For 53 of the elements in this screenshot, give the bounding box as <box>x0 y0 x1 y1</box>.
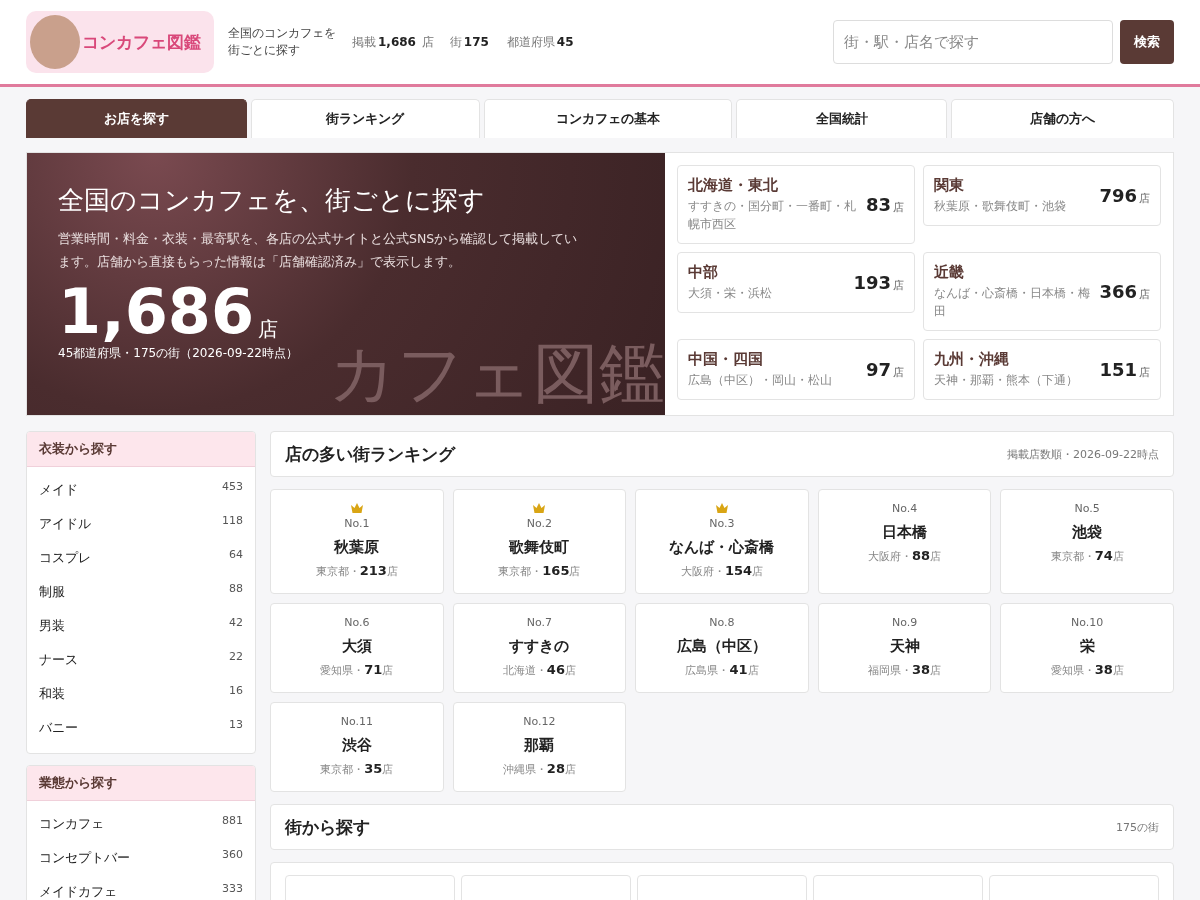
ranking-card[interactable]: No.9 天神 福岡県・38店 <box>817 603 992 693</box>
ranking-card[interactable]: No.3 なんば・心斎橋 大阪府・154店 <box>635 489 809 594</box>
ranking-card[interactable]: No.5 池袋 東京都・74店 <box>1000 489 1174 594</box>
section-title: 街から探す <box>285 815 370 839</box>
ranking-card[interactable]: No.7 すすきの 北海道・46店 <box>452 603 627 693</box>
nav-tab[interactable]: コンカフェの基本 <box>483 99 733 138</box>
hero-title: 全国のコンカフェを、街ごとに探す <box>58 184 486 217</box>
region-card[interactable]: 中国・四国 広島（中区）・岡山・松山 97 店 <box>677 339 915 400</box>
nav-tab[interactable]: お店を探す <box>26 99 248 138</box>
hero-note: 45都道府県・175の街（2026-09-22時点） <box>58 345 299 362</box>
region-card[interactable]: 北海道・東北 すすきの・国分町・一番町・札幌市西区 83 店 <box>677 165 915 244</box>
filter-link[interactable]: 和装 16 <box>39 677 243 711</box>
header-stat: 街 175 <box>449 33 490 51</box>
ranking-card[interactable]: No.11 渋谷 東京都・35店 <box>270 702 444 792</box>
filter-link[interactable]: メイド 453 <box>39 473 243 507</box>
filter-link[interactable]: 男装 42 <box>39 609 243 643</box>
count-unit: 店 <box>258 316 279 343</box>
search-button[interactable]: 検索 <box>1120 20 1174 64</box>
nav-tab[interactable]: 街ランキング <box>251 99 480 138</box>
nav-tab[interactable]: 全国統計 <box>736 99 947 138</box>
filter-link[interactable]: ナース 22 <box>39 643 243 677</box>
ranking-card[interactable]: No.1 秋葉原 東京都・213店 <box>270 489 444 594</box>
ranking-card[interactable]: No.4 日本橋 大阪府・88店 <box>817 489 992 594</box>
ranking-card[interactable]: No.10 栄 愛知県・38店 <box>1000 603 1174 693</box>
section-note: 175の街 <box>1116 819 1159 835</box>
header-stat: 掲載 1,686 店 <box>352 33 434 51</box>
total-count: 1,686 <box>58 281 255 343</box>
filter-link[interactable]: アイドル 118 <box>39 507 243 541</box>
search-field[interactable]: 街・駅・店名で探す <box>833 20 1113 64</box>
filter-link[interactable]: メイドカフェ 333 <box>39 875 243 900</box>
filter-link[interactable]: バニー 13 <box>39 711 243 745</box>
filter-link[interactable]: コンセプトバー 360 <box>39 841 243 875</box>
mascot-placeholder <box>30 15 80 69</box>
nav-tab[interactable]: 店舗の方へ <box>951 99 1174 138</box>
section-title: 店の多い街ランキング <box>285 442 455 466</box>
ranking-card[interactable]: No.2 歌舞伎町 東京都・165店 <box>452 489 627 594</box>
hero-description: 営業時間・料金・衣装・最寄駅を、各店の公式サイトと公式SNSから確認して掲載しています。店舗から直接もらった情報は「店舗確認済み」で表示します。 <box>58 230 578 271</box>
ranking-card[interactable]: No.6 大須 愛知県・71店 <box>270 603 444 693</box>
filter-link[interactable]: 制服 88 <box>39 575 243 609</box>
region-card[interactable]: 中部 大須・栄・浜松 193 店 <box>677 252 915 313</box>
panel-title: 業態から探す <box>27 766 255 801</box>
region-card[interactable]: 近畿 なんば・心斎橋・日本橋・梅田 366 店 <box>923 252 1161 331</box>
region-card[interactable]: 関東 秋葉原・歌舞伎町・池袋 796 店 <box>923 165 1161 226</box>
tagline: 全国のコンカフェを街ごとに探す <box>228 25 337 59</box>
filter-link[interactable]: コスプレ 64 <box>39 541 243 575</box>
section-note: 掲載店数順・2026-09-22時点 <box>1007 446 1159 462</box>
region-card[interactable]: 九州・沖縄 天神・那覇・熊本（下通） 151 店 <box>923 339 1161 400</box>
logo-text: コンカフェ図鑑 <box>82 30 201 54</box>
ranking-card[interactable]: No.8 広島（中区） 広島県・41店 <box>635 603 809 693</box>
ranking-card[interactable]: No.12 那覇 沖縄県・28店 <box>452 702 627 792</box>
header-stat: 都道府県 45 <box>506 33 575 51</box>
panel-title: 衣装から探す <box>27 432 255 467</box>
filter-link[interactable]: コンカフェ 881 <box>39 807 243 841</box>
